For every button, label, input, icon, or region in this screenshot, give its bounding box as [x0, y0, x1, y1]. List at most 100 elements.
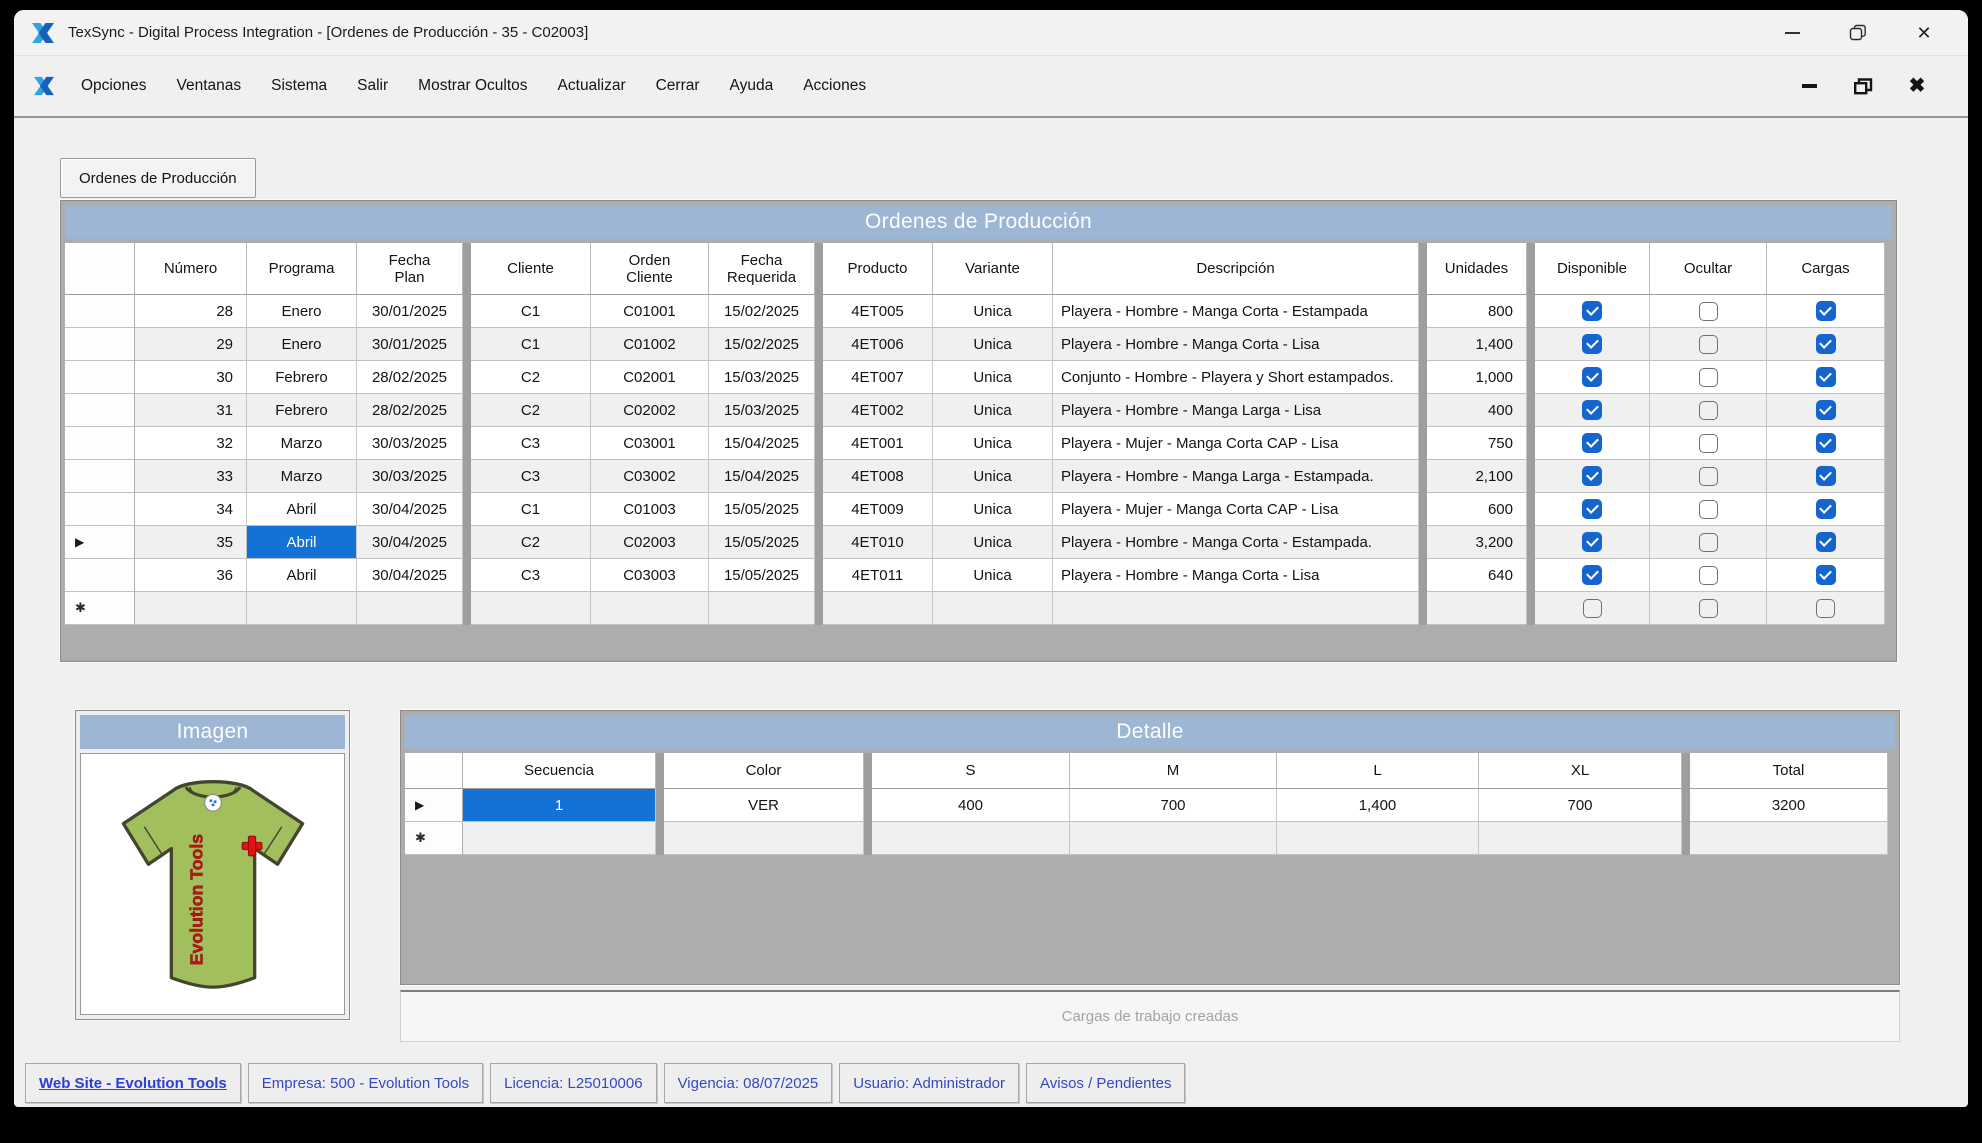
ocultar-checkbox[interactable]	[1699, 566, 1718, 585]
cell-descripcion[interactable]	[1053, 592, 1419, 625]
child-minimize-button[interactable]	[1798, 75, 1820, 97]
cell-total[interactable]	[1690, 822, 1888, 855]
row-selector[interactable]: ▶	[405, 789, 463, 822]
column-header-descripcion[interactable]: Descripción	[1053, 243, 1419, 295]
cell-cliente[interactable]: C2	[471, 526, 591, 559]
menu-item-mostrar-ocultos[interactable]: Mostrar Ocultos	[403, 69, 542, 103]
cell-fecha_requerida[interactable]: 15/04/2025	[709, 427, 815, 460]
cell-variante[interactable]: Unica	[933, 526, 1053, 559]
cell-cliente[interactable]: C2	[471, 394, 591, 427]
cargas-checkbox[interactable]	[1816, 466, 1836, 486]
column-header-fecha_requerida[interactable]: Fecha Requerida	[709, 243, 815, 295]
cell-producto[interactable]: 4ET008	[823, 460, 933, 493]
cell-descripcion[interactable]: Playera - Mujer - Manga Corta CAP - Lisa	[1053, 493, 1419, 526]
cell-producto[interactable]: 4ET006	[823, 328, 933, 361]
close-button[interactable]: ✕	[1914, 23, 1934, 43]
cell-numero[interactable]: 34	[135, 493, 247, 526]
cell-descripcion[interactable]: Playera - Hombre - Manga Larga - Lisa	[1053, 394, 1419, 427]
cell-programa[interactable]: Abril	[247, 493, 357, 526]
disponible-checkbox[interactable]	[1582, 565, 1602, 585]
disponible-checkbox[interactable]	[1582, 301, 1602, 321]
cell-fecha_requerida[interactable]: 15/05/2025	[709, 493, 815, 526]
column-header-cliente[interactable]: Cliente	[471, 243, 591, 295]
cell-orden_cliente[interactable]: C03003	[591, 559, 709, 592]
cell-descripcion[interactable]: Conjunto - Hombre - Playera y Short esta…	[1053, 361, 1419, 394]
disponible-checkbox[interactable]	[1582, 400, 1602, 420]
cell-unidades[interactable]: 2,100	[1427, 460, 1527, 493]
cell-fecha_plan[interactable]: 30/04/2025	[357, 526, 463, 559]
cell-variante[interactable]: Unica	[933, 394, 1053, 427]
cell-numero[interactable]: 30	[135, 361, 247, 394]
cell-programa[interactable]: Marzo	[247, 460, 357, 493]
cell-fecha_requerida[interactable]: 15/02/2025	[709, 295, 815, 328]
cell-fecha_requerida[interactable]: 15/02/2025	[709, 328, 815, 361]
cell-orden_cliente[interactable]: C03002	[591, 460, 709, 493]
cell-variante[interactable]	[933, 592, 1053, 625]
cell-cliente[interactable]: C3	[471, 559, 591, 592]
cell-color[interactable]: VER	[664, 789, 864, 822]
cell-orden_cliente[interactable]: C01003	[591, 493, 709, 526]
cell-producto[interactable]: 4ET011	[823, 559, 933, 592]
cell-variante[interactable]: Unica	[933, 427, 1053, 460]
row-selector[interactable]: ✱	[65, 592, 135, 625]
cell-fecha_plan[interactable]	[357, 592, 463, 625]
cell-l[interactable]	[1277, 822, 1479, 855]
cell-orden_cliente[interactable]: C02003	[591, 526, 709, 559]
cell-cliente[interactable]: C1	[471, 328, 591, 361]
minimize-button[interactable]	[1782, 23, 1802, 43]
disponible-checkbox[interactable]	[1582, 499, 1602, 519]
disponible-checkbox[interactable]	[1583, 599, 1602, 618]
disponible-checkbox[interactable]	[1582, 433, 1602, 453]
cell-fecha_plan[interactable]: 30/01/2025	[357, 295, 463, 328]
status-button-licencia[interactable]: Licencia: L25010006	[490, 1063, 656, 1103]
disponible-checkbox[interactable]	[1582, 532, 1602, 552]
column-header-variante[interactable]: Variante	[933, 243, 1053, 295]
cell-programa[interactable]: Abril	[247, 559, 357, 592]
row-selector[interactable]	[65, 394, 135, 427]
ocultar-checkbox[interactable]	[1699, 302, 1718, 321]
cell-secuencia[interactable]	[463, 822, 656, 855]
cell-producto[interactable]: 4ET010	[823, 526, 933, 559]
status-button-avisos-pendientes[interactable]: Avisos / Pendientes	[1026, 1063, 1185, 1103]
cell-cliente[interactable]: C1	[471, 295, 591, 328]
cell-producto[interactable]: 4ET005	[823, 295, 933, 328]
column-header-orden_cliente[interactable]: Orden Cliente	[591, 243, 709, 295]
cargas-checkbox[interactable]	[1816, 499, 1836, 519]
menu-item-salir[interactable]: Salir	[342, 69, 403, 103]
row-selector[interactable]	[65, 460, 135, 493]
cargas-checkbox[interactable]	[1816, 334, 1836, 354]
cell-descripcion[interactable]: Playera - Hombre - Manga Corta - Estampa…	[1053, 295, 1419, 328]
cell-cliente[interactable]: C3	[471, 427, 591, 460]
cell-fecha_plan[interactable]: 30/03/2025	[357, 427, 463, 460]
ocultar-checkbox[interactable]	[1699, 368, 1718, 387]
cell-programa[interactable]: Enero	[247, 295, 357, 328]
row-selector[interactable]: ✱	[405, 822, 463, 855]
status-button-empresa[interactable]: Empresa: 500 - Evolution Tools	[248, 1063, 483, 1103]
cell-descripcion[interactable]: Playera - Hombre - Manga Corta - Estampa…	[1053, 526, 1419, 559]
ocultar-checkbox[interactable]	[1699, 599, 1718, 618]
menu-item-acciones[interactable]: Acciones	[788, 69, 881, 103]
cargas-de-trabajo-button[interactable]: Cargas de trabajo creadas	[400, 990, 1900, 1042]
cargas-checkbox[interactable]	[1816, 532, 1836, 552]
cell-cliente[interactable]	[471, 592, 591, 625]
cell-orden_cliente[interactable]: C02002	[591, 394, 709, 427]
cell-programa[interactable]	[247, 592, 357, 625]
column-header-unidades[interactable]: Unidades	[1427, 243, 1527, 295]
cell-orden_cliente[interactable]	[591, 592, 709, 625]
ocultar-checkbox[interactable]	[1699, 500, 1718, 519]
cell-variante[interactable]: Unica	[933, 328, 1053, 361]
cell-producto[interactable]: 4ET007	[823, 361, 933, 394]
cell-variante[interactable]: Unica	[933, 295, 1053, 328]
tab-ordenes-de-produccion[interactable]: Ordenes de Producción	[60, 158, 256, 198]
status-button-usuario[interactable]: Usuario: Administrador	[839, 1063, 1019, 1103]
cell-xl[interactable]	[1479, 822, 1682, 855]
cell-unidades[interactable]	[1427, 592, 1527, 625]
row-header-corner[interactable]	[65, 243, 135, 295]
cell-color[interactable]	[664, 822, 864, 855]
cell-l[interactable]: 1,400	[1277, 789, 1479, 822]
cell-descripcion[interactable]: Playera - Hombre - Manga Larga - Estampa…	[1053, 460, 1419, 493]
cell-orden_cliente[interactable]: C02001	[591, 361, 709, 394]
column-header-l[interactable]: L	[1277, 753, 1479, 789]
column-header-s[interactable]: S	[872, 753, 1070, 789]
cell-fecha_plan[interactable]: 30/03/2025	[357, 460, 463, 493]
